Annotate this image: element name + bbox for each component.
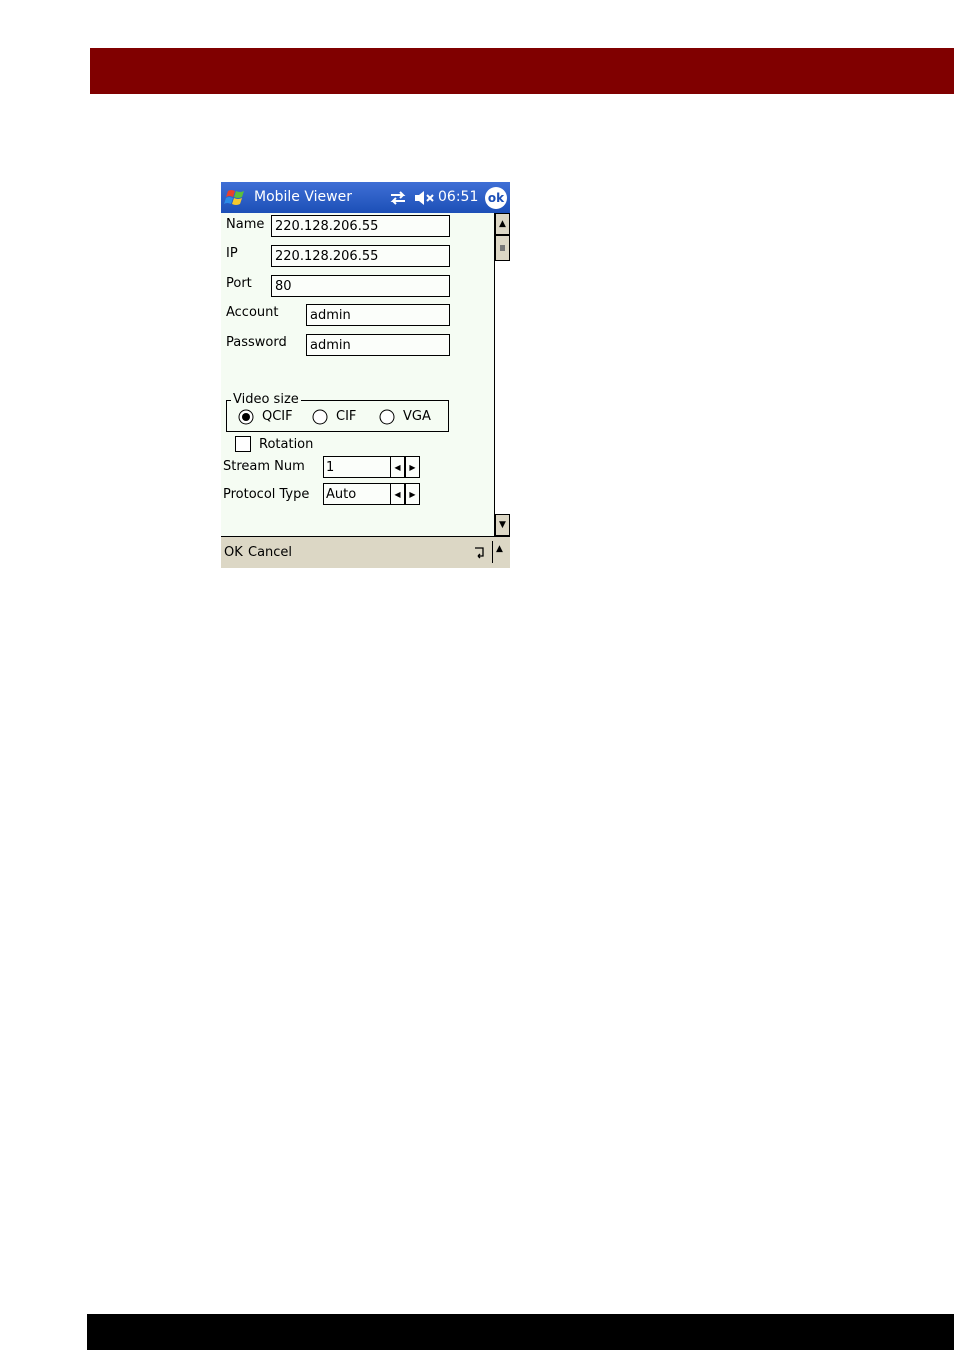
protocol-type-label: Protocol Type	[223, 487, 310, 502]
ip-label: IP	[226, 246, 238, 261]
port-label: Port	[226, 276, 252, 291]
port-field[interactable]: 80	[271, 275, 450, 297]
keyboard-sip-icon[interactable]	[473, 545, 487, 559]
title-bar: Mobile Viewer 06:51 ok	[221, 182, 510, 213]
top-decorative-band	[90, 48, 954, 94]
arrow-down-icon: ▼	[499, 520, 506, 530]
rotation-checkbox[interactable]	[235, 436, 251, 452]
protocol-type-decrement[interactable]: ◀	[390, 483, 405, 505]
softkey-ok[interactable]: OK	[224, 545, 243, 560]
softkey-bar: OK Cancel ▲	[221, 536, 510, 568]
stream-num-value[interactable]: 1	[323, 456, 391, 478]
stream-num-label: Stream Num	[223, 459, 305, 474]
connectivity-arrows-icon[interactable]	[388, 189, 408, 207]
stream-num-decrement[interactable]: ◀	[390, 456, 405, 478]
arrow-up-icon: ▲	[499, 219, 506, 229]
arrow-left-icon: ◀	[394, 462, 401, 472]
radio-vga-label[interactable]: VGA	[403, 409, 431, 424]
radio-cif[interactable]	[312, 409, 328, 425]
name-field[interactable]: 220.128.206.55	[271, 215, 450, 237]
windows-flag-icon[interactable]	[223, 185, 249, 211]
scroll-up-button[interactable]: ▲	[495, 213, 510, 235]
window-title: Mobile Viewer	[254, 189, 352, 205]
video-size-label: Video size	[231, 392, 301, 407]
speaker-muted-icon[interactable]	[413, 189, 435, 207]
video-size-group: Video size QCIF CIF VGA	[226, 392, 449, 432]
arrow-right-icon: ▶	[409, 489, 416, 499]
protocol-type-increment[interactable]: ▶	[405, 483, 420, 505]
protocol-type-value[interactable]: Auto	[323, 483, 391, 505]
arrow-left-icon: ◀	[394, 489, 401, 499]
vertical-scrollbar[interactable]: ▲ ▼	[494, 213, 510, 536]
softkey-cancel[interactable]: Cancel	[248, 545, 292, 560]
radio-cif-label[interactable]: CIF	[336, 409, 356, 424]
pocketpc-screen: Mobile Viewer 06:51 ok Name 220.128.206.…	[221, 182, 510, 568]
sip-menu-arrow-icon[interactable]: ▲	[496, 544, 503, 554]
clock[interactable]: 06:51	[438, 189, 478, 205]
radio-qcif[interactable]	[238, 409, 254, 425]
password-field[interactable]: admin	[306, 334, 450, 356]
account-field[interactable]: admin	[306, 304, 450, 326]
password-label: Password	[226, 335, 287, 350]
ip-field[interactable]: 220.128.206.55	[271, 245, 450, 267]
ok-button[interactable]: ok	[485, 187, 507, 209]
rotation-label[interactable]: Rotation	[259, 437, 313, 452]
radio-qcif-label[interactable]: QCIF	[262, 409, 293, 424]
grip-icon	[500, 245, 505, 251]
bottom-decorative-band	[87, 1314, 954, 1350]
radio-vga[interactable]	[379, 409, 395, 425]
account-label: Account	[226, 305, 279, 320]
scroll-thumb[interactable]	[495, 235, 510, 261]
arrow-right-icon: ▶	[409, 462, 416, 472]
stream-num-increment[interactable]: ▶	[405, 456, 420, 478]
settings-form: Name 220.128.206.55 IP 220.128.206.55 Po…	[221, 213, 510, 536]
name-label: Name	[226, 217, 265, 232]
scroll-down-button[interactable]: ▼	[495, 514, 510, 536]
sip-divider	[492, 541, 493, 563]
